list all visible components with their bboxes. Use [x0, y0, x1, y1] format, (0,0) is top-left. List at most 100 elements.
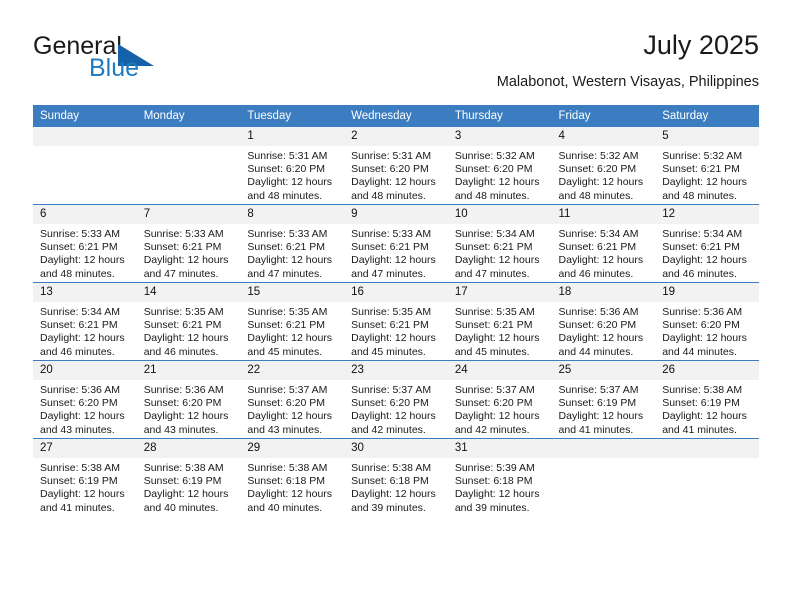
calendar-body: 1 Sunrise: 5:31 AM Sunset: 6:20 PM Daylight…: [33, 127, 759, 516]
day-details: Sunrise: 5:37 AM Sunset: 6:20 PM Daylight:…: [240, 380, 344, 437]
day-details: Sunrise: 5:32 AM Sunset: 6:21 PM Daylight:…: [655, 146, 759, 203]
calendar-day-cell[interactable]: 22 Sunrise: 5:37 AM Sunset: 6:20 PM Dayligh…: [240, 360, 345, 439]
sunrise-text: Sunrise: 5:34 AM: [454, 228, 535, 240]
daylight-text-line2: and 39 minutes.: [351, 501, 426, 514]
calendar-day-cell[interactable]: 23 Sunrise: 5:37 AM Sunset: 6:20 PM Dayligh…: [344, 360, 448, 439]
title-block: July 2025 Malabonot, Western Visayas, Ph…: [497, 28, 759, 92]
calendar-day-cell[interactable]: 3 Sunrise: 5:32 AM Sunset: 6:20 PM Daylight…: [447, 127, 552, 205]
calendar-day-cell[interactable]: 8 Sunrise: 5:33 AM Sunset: 6:21 PM Daylight…: [240, 204, 345, 283]
daylight-text-line2: and 47 minutes.: [454, 267, 530, 280]
day-details: Sunrise: 5:37 AM Sunset: 6:19 PM Daylight:…: [552, 380, 656, 437]
daylight-text-line1: Daylight: 12 hours: [351, 176, 436, 189]
daylight-text-line1: Daylight: 12 hours: [40, 488, 125, 501]
sunrise-text: Sunrise: 5:36 AM: [40, 384, 120, 396]
sunset-text: Sunset: 6:21 PM: [40, 241, 118, 254]
calendar-day-cell[interactable]: 21 Sunrise: 5:36 AM Sunset: 6:20 PM Dayligh…: [136, 360, 241, 439]
calendar-day-cell[interactable]: 31 Sunrise: 5:39 AM Sunset: 6:18 PM Dayligh…: [447, 438, 552, 516]
daylight-text-line2: and 40 minutes.: [143, 501, 219, 514]
day-number: 28: [136, 439, 241, 458]
calendar-week-row: 6 Sunrise: 5:33 AM Sunset: 6:21 PM Daylight…: [33, 204, 759, 283]
daylight-text-line1: Daylight: 12 hours: [558, 410, 644, 423]
sunrise-text: Sunrise: 5:33 AM: [247, 228, 328, 240]
sunrise-text: Sunrise: 5:31 AM: [351, 150, 432, 162]
sunset-text: Sunset: 6:21 PM: [558, 241, 637, 254]
sunrise-text: Sunrise: 5:38 AM: [351, 462, 432, 474]
daylight-text-line1: Daylight: 12 hours: [247, 254, 333, 267]
daylight-text-line2: and 46 minutes.: [558, 267, 634, 280]
day-details: Sunrise: 5:34 AM Sunset: 6:21 PM Daylight:…: [655, 224, 759, 281]
sunrise-text: Sunrise: 5:32 AM: [454, 150, 535, 162]
calendar-day-cell[interactable]: 11 Sunrise: 5:34 AM Sunset: 6:21 PM Dayligh…: [551, 204, 656, 283]
calendar-day-cell[interactable]: 10 Sunrise: 5:34 AM Sunset: 6:21 PM Dayligh…: [447, 204, 552, 283]
daylight-text-line1: Daylight: 12 hours: [351, 488, 436, 501]
daylight-text-line1: Daylight: 12 hours: [558, 254, 644, 267]
calendar-day-cell[interactable]: 25 Sunrise: 5:37 AM Sunset: 6:19 PM Dayligh…: [551, 360, 656, 439]
calendar-week-row: 27 Sunrise: 5:38 AM Sunset: 6:19 PM Dayligh…: [33, 438, 759, 516]
day-number: 29: [240, 439, 345, 458]
sunset-text: Sunset: 6:20 PM: [40, 397, 118, 410]
sunrise-text: Sunrise: 5:36 AM: [662, 306, 743, 318]
day-number: [655, 439, 759, 458]
daylight-text-line1: Daylight: 12 hours: [143, 254, 229, 267]
sunrise-text: Sunrise: 5:34 AM: [662, 228, 743, 240]
calendar-day-cell[interactable]: 5 Sunrise: 5:32 AM Sunset: 6:21 PM Daylight…: [655, 127, 759, 205]
day-number: 3: [447, 127, 552, 146]
day-number: 23: [344, 361, 448, 380]
sunrise-text: Sunrise: 5:37 AM: [351, 384, 432, 396]
calendar-day-cell[interactable]: 24 Sunrise: 5:37 AM Sunset: 6:20 PM Dayligh…: [447, 360, 552, 439]
sunset-text: Sunset: 6:20 PM: [558, 319, 637, 332]
sunset-text: Sunset: 6:18 PM: [247, 475, 326, 488]
calendar-day-cell[interactable]: 4 Sunrise: 5:32 AM Sunset: 6:20 PM Daylight…: [551, 127, 656, 205]
day-details: Sunrise: 5:38 AM Sunset: 6:19 PM Daylight:…: [33, 458, 137, 515]
day-number: [33, 127, 137, 146]
calendar-day-cell[interactable]: 28 Sunrise: 5:38 AM Sunset: 6:19 PM Dayligh…: [136, 438, 241, 516]
calendar-day-cell[interactable]: 20 Sunrise: 5:36 AM Sunset: 6:20 PM Dayligh…: [33, 360, 137, 439]
calendar-day-cell[interactable]: 1 Sunrise: 5:31 AM Sunset: 6:20 PM Daylight…: [240, 127, 345, 205]
calendar-day-cell[interactable]: 27 Sunrise: 5:38 AM Sunset: 6:19 PM Dayligh…: [33, 438, 137, 516]
calendar-day-cell[interactable]: 17 Sunrise: 5:35 AM Sunset: 6:21 PM Dayligh…: [447, 282, 552, 361]
daylight-text-line1: Daylight: 12 hours: [454, 254, 540, 267]
day-number: 20: [33, 361, 137, 380]
sunset-text: Sunset: 6:18 PM: [454, 475, 533, 488]
sunset-text: Sunset: 6:21 PM: [247, 241, 326, 254]
weekday-header-friday: Friday: [551, 105, 656, 127]
calendar-day-cell[interactable]: 26 Sunrise: 5:38 AM Sunset: 6:19 PM Dayligh…: [655, 360, 759, 439]
daylight-text-line1: Daylight: 12 hours: [662, 332, 747, 345]
calendar-day-cell[interactable]: 30 Sunrise: 5:38 AM Sunset: 6:18 PM Dayligh…: [344, 438, 448, 516]
calendar-day-cell[interactable]: 14 Sunrise: 5:35 AM Sunset: 6:21 PM Dayligh…: [136, 282, 241, 361]
calendar-day-cell[interactable]: 16 Sunrise: 5:35 AM Sunset: 6:21 PM Dayligh…: [344, 282, 448, 361]
day-number: 21: [136, 361, 241, 380]
daylight-text-line1: Daylight: 12 hours: [662, 254, 747, 267]
daylight-text-line2: and 43 minutes.: [143, 423, 219, 436]
calendar-day-cell[interactable]: 19 Sunrise: 5:36 AM Sunset: 6:20 PM Dayligh…: [655, 282, 759, 361]
calendar-day-cell[interactable]: 15 Sunrise: 5:35 AM Sunset: 6:21 PM Dayligh…: [240, 282, 345, 361]
day-number: 24: [447, 361, 552, 380]
day-details: Sunrise: 5:38 AM Sunset: 6:19 PM Daylight:…: [137, 458, 241, 515]
sunrise-text: Sunrise: 5:37 AM: [558, 384, 639, 396]
calendar-day-cell[interactable]: 18 Sunrise: 5:36 AM Sunset: 6:20 PM Dayligh…: [551, 282, 656, 361]
calendar-day-cell[interactable]: 13 Sunrise: 5:34 AM Sunset: 6:21 PM Dayligh…: [33, 282, 137, 361]
sunset-text: Sunset: 6:21 PM: [454, 241, 533, 254]
calendar-day-cell[interactable]: 2 Sunrise: 5:31 AM Sunset: 6:20 PM Daylight…: [344, 127, 448, 205]
sunrise-text: Sunrise: 5:36 AM: [558, 306, 639, 318]
day-details: Sunrise: 5:33 AM Sunset: 6:21 PM Daylight:…: [240, 224, 344, 281]
sunrise-text: Sunrise: 5:33 AM: [40, 228, 120, 240]
calendar-day-cell[interactable]: 29 Sunrise: 5:38 AM Sunset: 6:18 PM Dayligh…: [240, 438, 345, 516]
weekday-header-saturday: Saturday: [655, 105, 759, 127]
sunset-text: Sunset: 6:20 PM: [351, 163, 429, 176]
general-blue-logo[interactable]: General Blue: [33, 32, 273, 88]
daylight-text-line1: Daylight: 12 hours: [351, 254, 436, 267]
day-details: Sunrise: 5:35 AM Sunset: 6:21 PM Daylight:…: [137, 302, 241, 359]
calendar-day-cell[interactable]: 9 Sunrise: 5:33 AM Sunset: 6:21 PM Daylight…: [344, 204, 448, 283]
daylight-text-line1: Daylight: 12 hours: [662, 410, 747, 423]
calendar-day-cell[interactable]: 6 Sunrise: 5:33 AM Sunset: 6:21 PM Daylight…: [33, 204, 137, 283]
day-details: Sunrise: 5:34 AM Sunset: 6:21 PM Daylight:…: [448, 224, 552, 281]
sunset-text: Sunset: 6:18 PM: [351, 475, 429, 488]
daylight-text-line1: Daylight: 12 hours: [247, 410, 333, 423]
calendar-day-cell[interactable]: 12 Sunrise: 5:34 AM Sunset: 6:21 PM Dayligh…: [655, 204, 759, 283]
calendar-day-cell[interactable]: 7 Sunrise: 5:33 AM Sunset: 6:21 PM Daylight…: [136, 204, 241, 283]
day-number: 10: [447, 205, 552, 224]
sunset-text: Sunset: 6:20 PM: [662, 319, 740, 332]
calendar-week-row: 13 Sunrise: 5:34 AM Sunset: 6:21 PM Dayligh…: [33, 282, 759, 361]
calendar-cell-empty: [33, 127, 137, 205]
